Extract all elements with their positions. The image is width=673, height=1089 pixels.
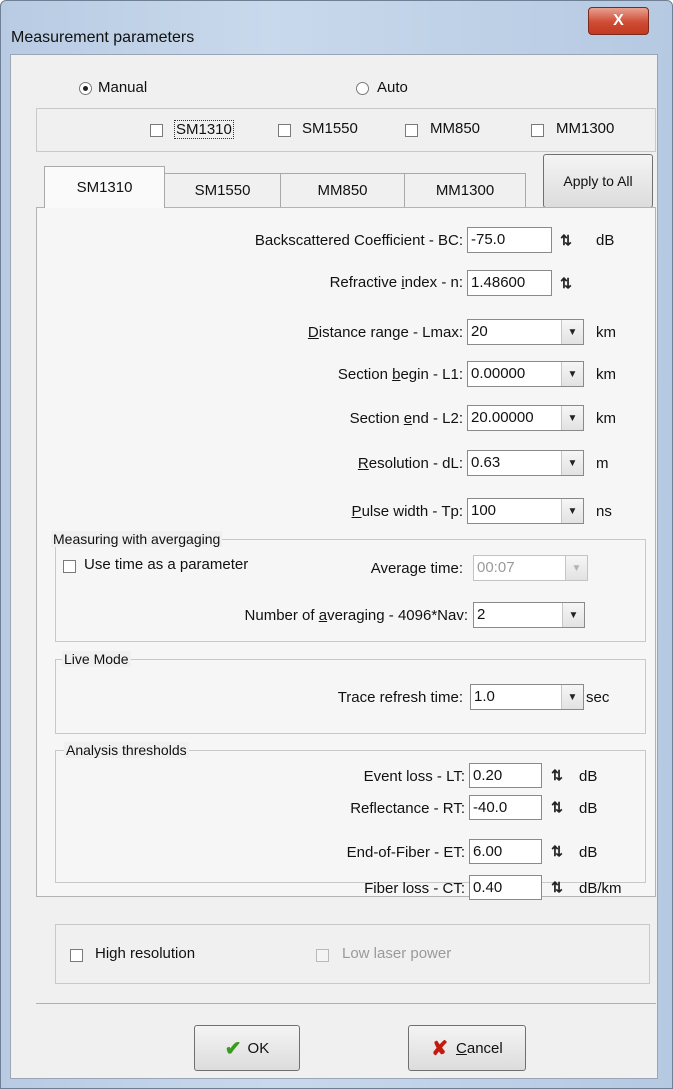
lt-spin-icon[interactable]: ⇅: [546, 763, 568, 787]
separator: [36, 1003, 656, 1004]
l1-unit: km: [596, 366, 616, 383]
bc-input[interactable]: -75.0: [467, 227, 552, 253]
lmax-unit: km: [596, 324, 616, 341]
bc-unit: dB: [596, 232, 615, 249]
et-spin-icon[interactable]: ⇅: [546, 839, 568, 863]
use-time-label: Use time as a parameter: [84, 556, 249, 573]
high-resolution-checkbox[interactable]: [70, 949, 83, 962]
high-resolution-label: High resolution: [95, 945, 196, 962]
lt-label: Event loss - LT:: [363, 768, 465, 785]
bc-spin-icon[interactable]: ⇅: [555, 228, 577, 252]
low-laser-power-checkbox[interactable]: [316, 949, 329, 962]
manual-radio[interactable]: [79, 82, 92, 95]
tp-unit: ns: [596, 503, 612, 520]
lmax-label: Distance range - Lmax:: [307, 324, 463, 341]
refresh-chevron-down-icon[interactable]: ▼: [561, 685, 583, 709]
low-laser-power-label: Low laser power: [342, 945, 452, 962]
l1-chevron-down-icon[interactable]: ▼: [561, 362, 583, 386]
cancel-button[interactable]: ✘ Cancel: [408, 1025, 526, 1071]
close-button[interactable]: X: [588, 7, 649, 35]
thresholds-legend: Analysis thresholds: [64, 742, 189, 758]
ct-unit: dB/km: [579, 880, 622, 897]
tab-sm1550[interactable]: SM1550: [164, 173, 281, 207]
rt-unit: dB: [579, 800, 598, 817]
ok-button-label: OK: [247, 1039, 270, 1057]
tab-mm850[interactable]: MM850: [280, 173, 405, 207]
avg-time-chevron-down-icon[interactable]: ▼: [565, 556, 587, 580]
manual-label: Manual: [98, 79, 148, 96]
n-label: Refractive index - n:: [329, 274, 463, 291]
et-unit: dB: [579, 844, 598, 861]
et-input[interactable]: 6.00: [469, 839, 542, 864]
dl-chevron-down-icon[interactable]: ▼: [561, 451, 583, 475]
nav-chevron-down-icon[interactable]: ▼: [562, 603, 584, 627]
bc-label: Backscattered Coefficient - BC:: [254, 232, 463, 249]
averaging-legend: Measuring with avergaging: [51, 531, 223, 547]
n-spin-icon[interactable]: ⇅: [555, 271, 577, 295]
dl-label: Resolution - dL:: [357, 455, 463, 472]
tp-label: Pulse width - Tp:: [351, 503, 463, 520]
rt-input[interactable]: -40.0: [469, 795, 542, 820]
refresh-label: Trace refresh time:: [337, 689, 463, 706]
tp-chevron-down-icon[interactable]: ▼: [561, 499, 583, 523]
sm1550-checkbox-label: SM1550: [302, 120, 358, 137]
lt-input[interactable]: 0.20: [469, 763, 542, 788]
ct-spin-icon[interactable]: ⇅: [546, 875, 568, 899]
dl-unit: m: [596, 455, 609, 472]
mm1300-checkbox[interactable]: [531, 124, 544, 137]
cancel-button-label: Cancel: [456, 1039, 503, 1057]
l1-label: Section begin - L1:: [337, 366, 463, 383]
l2-chevron-down-icon[interactable]: ▼: [561, 406, 583, 430]
l2-unit: km: [596, 410, 616, 427]
avg-time-label: Average time:: [370, 560, 463, 577]
auto-label: Auto: [377, 79, 408, 96]
window-title: Measurement parameters: [11, 29, 195, 46]
rt-label: Reflectance - RT:: [350, 800, 465, 817]
ct-input[interactable]: 0.40: [469, 875, 542, 900]
mm850-checkbox[interactable]: [405, 124, 418, 137]
refresh-unit: sec: [586, 689, 610, 706]
n-input[interactable]: 1.48600: [467, 270, 552, 296]
apply-to-all-button[interactable]: Apply to All: [543, 154, 653, 208]
use-time-checkbox[interactable]: [63, 560, 76, 573]
sm1310-checkbox[interactable]: [150, 124, 163, 137]
tab-mm1300[interactable]: MM1300: [404, 173, 526, 207]
ct-label: Fiber loss - CT:: [364, 880, 465, 897]
l2-label: Section end - L2:: [349, 410, 463, 427]
ok-button[interactable]: ✔ OK: [194, 1025, 300, 1071]
tab-sm1310[interactable]: SM1310: [44, 166, 165, 208]
live-mode-legend: Live Mode: [62, 651, 131, 667]
cross-icon: ✘: [431, 1037, 449, 1060]
checkmark-icon: ✔: [224, 1037, 242, 1060]
et-label: End-of-Fiber - ET:: [346, 844, 465, 861]
mm850-checkbox-label: MM850: [430, 120, 481, 137]
lmax-chevron-down-icon[interactable]: ▼: [561, 320, 583, 344]
nav-label: Number of averaging - 4096*Nav:: [244, 607, 468, 624]
sm1550-checkbox[interactable]: [278, 124, 291, 137]
rt-spin-icon[interactable]: ⇅: [546, 795, 568, 819]
sm1310-checkbox-label: SM1310: [174, 120, 234, 139]
auto-radio[interactable]: [356, 82, 369, 95]
lt-unit: dB: [579, 768, 598, 785]
mm1300-checkbox-label: MM1300: [556, 120, 615, 137]
